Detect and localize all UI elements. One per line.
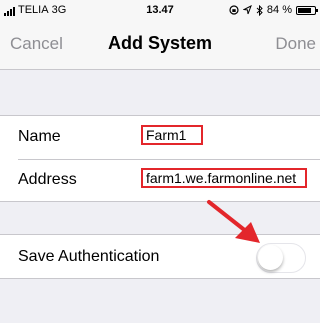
location-icon bbox=[242, 5, 252, 15]
name-label: Name bbox=[18, 128, 61, 145]
toggle-knob bbox=[258, 245, 283, 270]
done-button[interactable]: Done bbox=[275, 34, 316, 54]
lock-rotation-icon bbox=[229, 5, 239, 15]
status-right: 84 % bbox=[229, 4, 318, 16]
save-authentication-label: Save Authentication bbox=[18, 248, 160, 265]
address-label: Address bbox=[18, 171, 77, 188]
page-title: Add System bbox=[107, 33, 213, 53]
save-authentication-row: Save Authentication bbox=[0, 234, 320, 279]
address-row: Address farm1.we.farmonline.net bbox=[0, 159, 320, 202]
save-authentication-toggle[interactable] bbox=[256, 243, 306, 273]
name-row: Name Farm1 bbox=[0, 116, 320, 159]
battery-percent: 84 % bbox=[266, 4, 292, 16]
red-arrow-annotation bbox=[207, 200, 260, 243]
status-bar: TELIA 3G 13.47 84 % bbox=[0, 0, 320, 20]
bluetooth-icon bbox=[256, 4, 263, 16]
name-field[interactable]: Farm1 bbox=[141, 125, 203, 145]
system-form: Name Farm1 Address farm1.we.farmonline.n… bbox=[0, 115, 320, 202]
navigation-bar: Cancel Add System Done bbox=[0, 20, 320, 70]
battery-icon bbox=[296, 5, 318, 15]
address-field[interactable]: farm1.we.farmonline.net bbox=[141, 168, 307, 188]
